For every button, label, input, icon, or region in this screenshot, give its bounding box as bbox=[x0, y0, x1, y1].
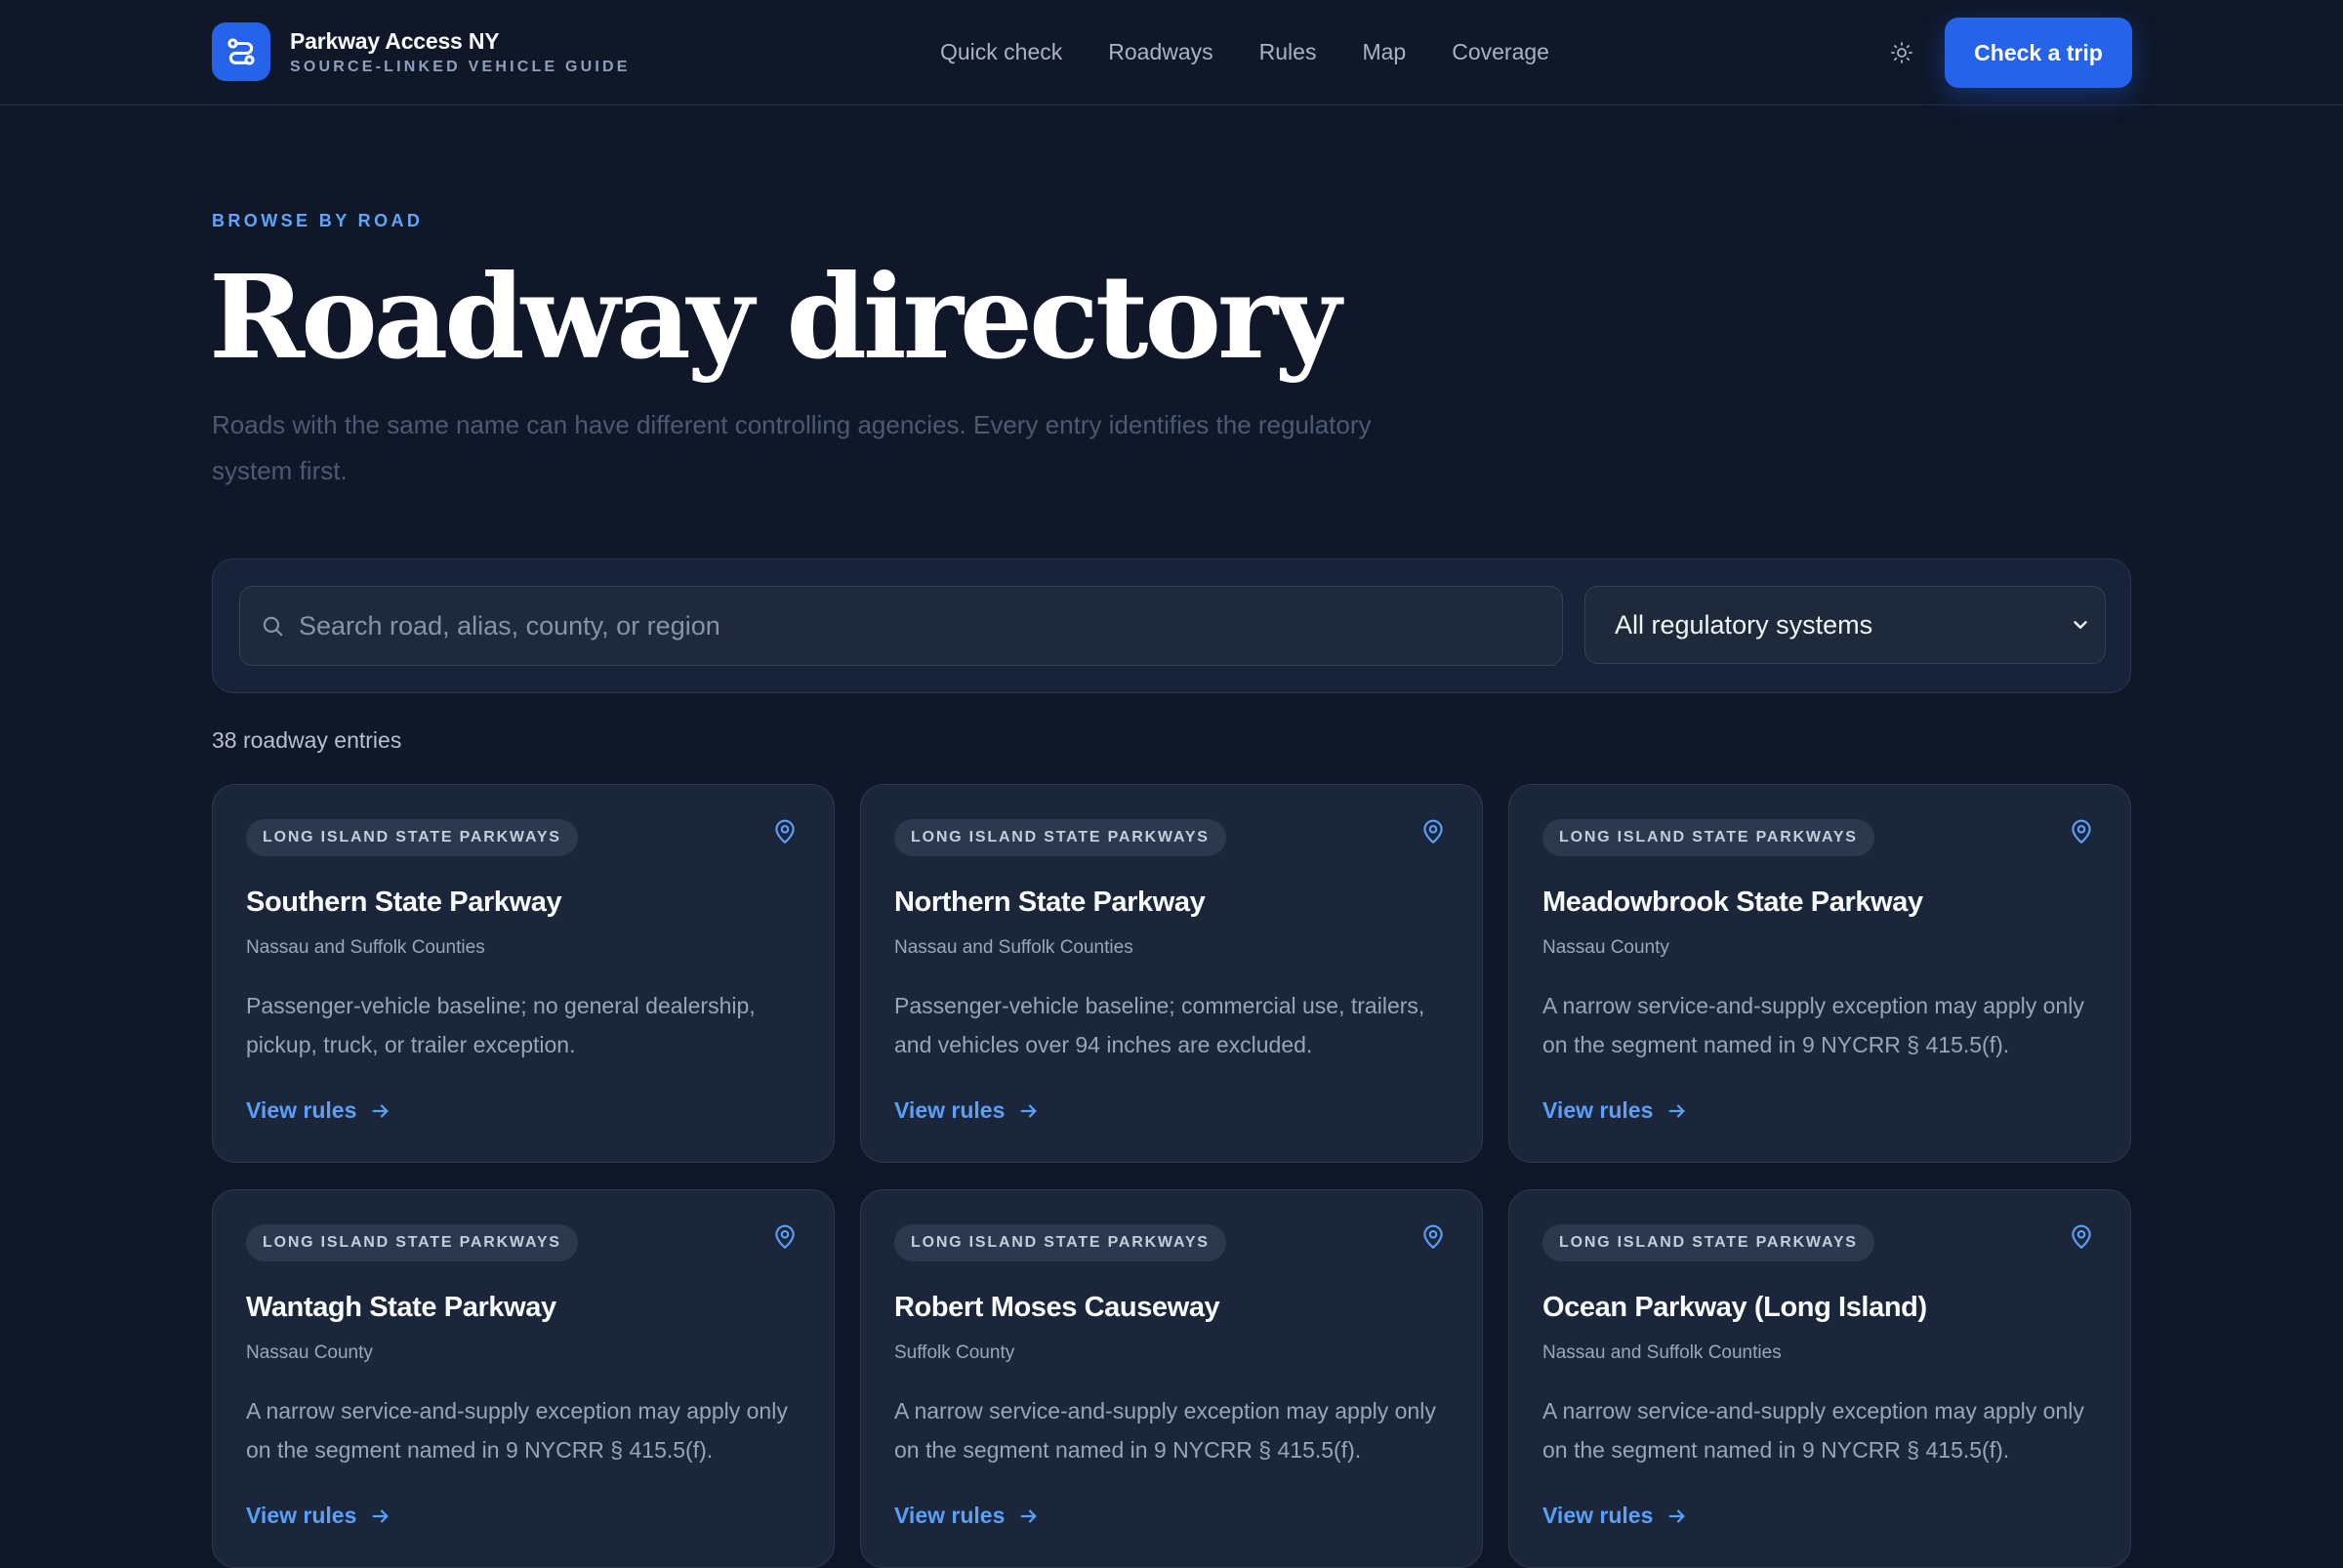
view-rules-label: View rules bbox=[894, 1503, 1006, 1528]
roadway-region: Nassau and Suffolk Counties bbox=[246, 937, 485, 958]
check-a-trip-button[interactable]: Check a trip bbox=[1945, 18, 2132, 88]
view-rules-link[interactable]: View rules bbox=[894, 1097, 1040, 1124]
roadway-name: Robert Moses Causeway bbox=[894, 1292, 1220, 1323]
regulatory-system-badge: LONG ISLAND STATE PARKWAYS bbox=[894, 819, 1226, 856]
view-rules-link[interactable]: View rules bbox=[1542, 1503, 1688, 1529]
regulatory-system-value: All regulatory systems bbox=[1615, 609, 1873, 640]
nav-roadways[interactable]: Roadways bbox=[1108, 35, 1213, 68]
roadway-region: Suffolk County bbox=[894, 1342, 1015, 1363]
roadway-card[interactable]: LONG ISLAND STATE PARKWAYS Northern Stat… bbox=[860, 784, 1483, 1163]
brand-title: Parkway Access NY bbox=[290, 28, 500, 54]
nav-map[interactable]: Map bbox=[1362, 35, 1406, 68]
view-rules-label: View rules bbox=[1542, 1097, 1654, 1123]
roadway-region: Nassau and Suffolk Counties bbox=[1542, 1342, 1782, 1363]
theme-toggle-button[interactable] bbox=[1884, 35, 1919, 70]
arrow-right-icon bbox=[1668, 1103, 1685, 1118]
view-rules-link[interactable]: View rules bbox=[246, 1097, 391, 1124]
search-input[interactable] bbox=[299, 587, 1562, 665]
roadway-name: Ocean Parkway (Long Island) bbox=[1542, 1292, 1927, 1323]
section-eyebrow: BROWSE BY ROAD bbox=[212, 211, 424, 230]
chevron-down-icon bbox=[2074, 621, 2087, 629]
roadway-region: Nassau County bbox=[246, 1342, 373, 1363]
map-pin-icon[interactable] bbox=[2069, 1223, 2094, 1251]
nav-coverage[interactable]: Coverage bbox=[1452, 35, 1549, 68]
route-icon bbox=[212, 22, 270, 81]
roadway-card[interactable]: LONG ISLAND STATE PARKWAYS Ocean Parkway… bbox=[1508, 1189, 2131, 1568]
roadway-card[interactable]: LONG ISLAND STATE PARKWAYS Robert Moses … bbox=[860, 1189, 1483, 1568]
roadway-region: Nassau County bbox=[1542, 937, 1669, 958]
roadway-region: Nassau and Suffolk Counties bbox=[894, 937, 1133, 958]
brand-subtitle: SOURCE-LINKED VEHICLE GUIDE bbox=[290, 59, 631, 75]
roadway-name: Wantagh State Parkway bbox=[246, 1292, 556, 1323]
view-rules-link[interactable]: View rules bbox=[1542, 1097, 1688, 1124]
view-rules-link[interactable]: View rules bbox=[246, 1503, 391, 1529]
regulatory-system-badge: LONG ISLAND STATE PARKWAYS bbox=[1542, 1224, 1874, 1261]
regulatory-system-badge: LONG ISLAND STATE PARKWAYS bbox=[246, 819, 578, 856]
view-rules-label: View rules bbox=[246, 1503, 357, 1528]
search-icon bbox=[263, 616, 283, 637]
roadway-summary: A narrow service-and-supply exception ma… bbox=[894, 1398, 1436, 1463]
regulatory-system-select[interactable]: All regulatory systems bbox=[1584, 586, 2106, 664]
roadway-name: Southern State Parkway bbox=[246, 887, 562, 918]
roadway-summary: A narrow service-and-supply exception ma… bbox=[1542, 1398, 2084, 1463]
view-rules-label: View rules bbox=[1542, 1503, 1654, 1528]
arrow-right-icon bbox=[1020, 1103, 1037, 1118]
view-rules-link[interactable]: View rules bbox=[894, 1503, 1040, 1529]
roadway-name: Meadowbrook State Parkway bbox=[1542, 887, 1923, 918]
roadway-summary: A narrow service-and-supply exception ma… bbox=[246, 1398, 788, 1463]
nav-quick-check[interactable]: Quick check bbox=[940, 35, 1062, 68]
arrow-right-icon bbox=[1668, 1508, 1685, 1523]
arrow-right-icon bbox=[372, 1103, 389, 1118]
map-pin-icon[interactable] bbox=[772, 1223, 798, 1251]
regulatory-system-badge: LONG ISLAND STATE PARKWAYS bbox=[1542, 819, 1874, 856]
brand[interactable]: Parkway Access NY SOURCE-LINKED VEHICLE … bbox=[212, 22, 631, 81]
view-rules-label: View rules bbox=[894, 1097, 1006, 1123]
regulatory-system-badge: LONG ISLAND STATE PARKWAYS bbox=[246, 1224, 578, 1261]
top-navigation-bar: Parkway Access NY SOURCE-LINKED VEHICLE … bbox=[0, 0, 2343, 105]
map-pin-icon[interactable] bbox=[1420, 818, 1446, 846]
roadway-summary: Passenger-vehicle baseline; commercial u… bbox=[894, 993, 1425, 1057]
map-pin-icon[interactable] bbox=[772, 818, 798, 846]
nav-rules[interactable]: Rules bbox=[1259, 35, 1317, 68]
roadway-summary: A narrow service-and-supply exception ma… bbox=[1542, 993, 2084, 1057]
roadway-card[interactable]: LONG ISLAND STATE PARKWAYS Southern Stat… bbox=[212, 784, 835, 1163]
map-pin-icon[interactable] bbox=[1420, 1223, 1446, 1251]
roadway-name: Northern State Parkway bbox=[894, 887, 1206, 918]
view-rules-label: View rules bbox=[246, 1097, 357, 1123]
search-field[interactable] bbox=[239, 586, 1563, 666]
roadway-card[interactable]: LONG ISLAND STATE PARKWAYS Meadowbrook S… bbox=[1508, 784, 2131, 1163]
page-title: Roadway directory bbox=[209, 249, 1341, 385]
page-description: Roads with the same name can have differ… bbox=[212, 410, 1372, 485]
map-pin-icon[interactable] bbox=[2069, 818, 2094, 846]
results-count: 38 roadway entries bbox=[212, 727, 402, 753]
main-nav: Quick check Roadways Rules Map Coverage bbox=[940, 35, 1595, 68]
filter-panel: All regulatory systems bbox=[212, 558, 2131, 693]
sun-icon bbox=[1891, 42, 1912, 63]
regulatory-system-badge: LONG ISLAND STATE PARKWAYS bbox=[894, 1224, 1226, 1261]
arrow-right-icon bbox=[1020, 1508, 1037, 1523]
roadway-card[interactable]: LONG ISLAND STATE PARKWAYS Wantagh State… bbox=[212, 1189, 835, 1568]
arrow-right-icon bbox=[372, 1508, 389, 1523]
roadway-summary: Passenger-vehicle baseline; no general d… bbox=[246, 993, 756, 1057]
